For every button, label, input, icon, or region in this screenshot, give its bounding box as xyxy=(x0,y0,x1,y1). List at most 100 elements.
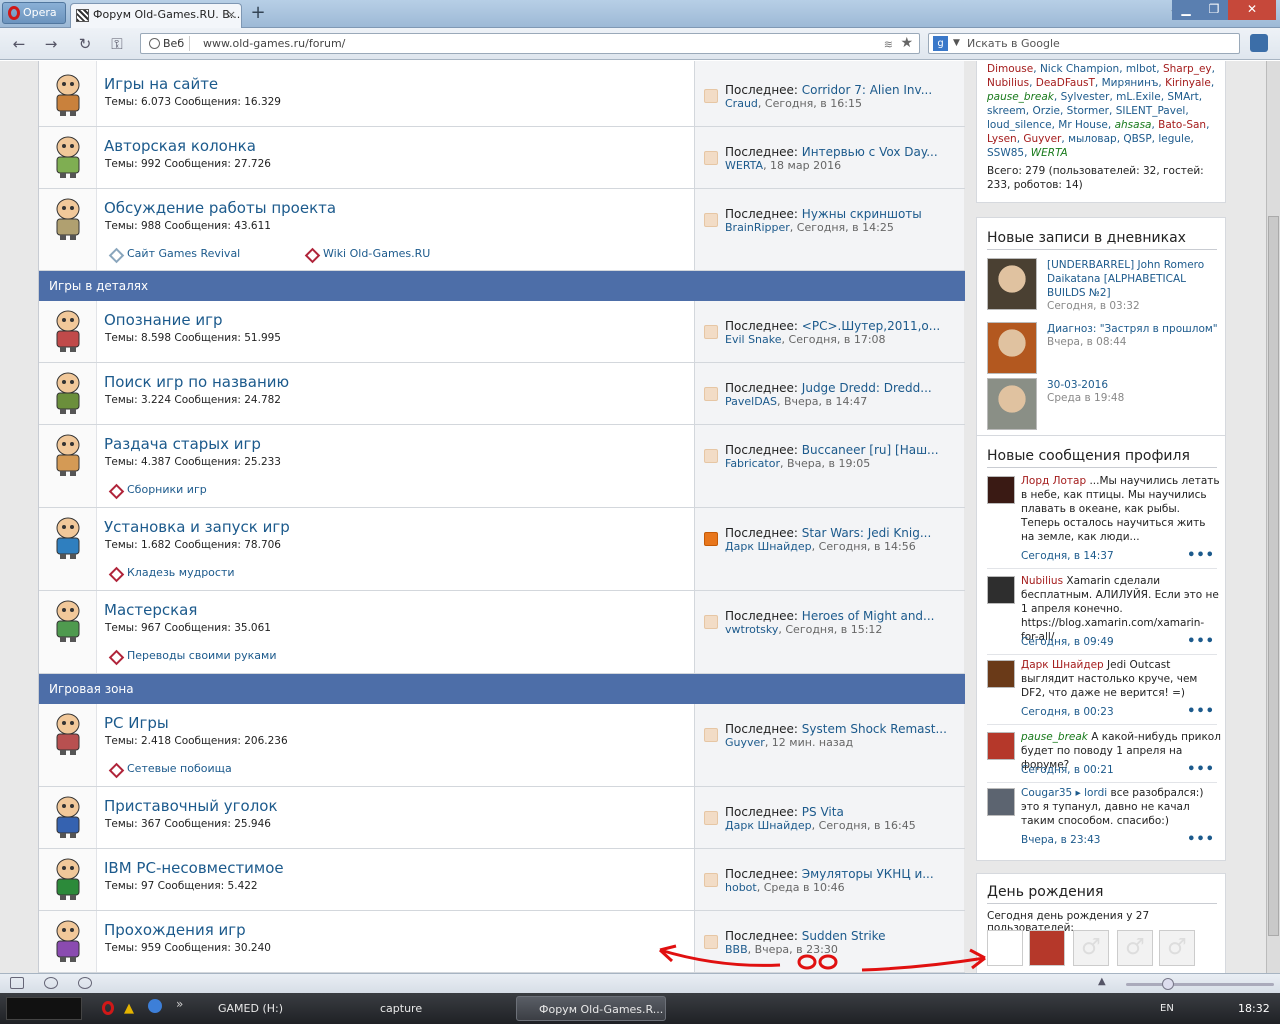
online-user-link[interactable]: QBSP xyxy=(1123,133,1151,145)
online-user-link[interactable]: Nick Champion xyxy=(1040,63,1119,75)
new-tab-button[interactable]: + xyxy=(248,4,268,24)
rss-icon[interactable] xyxy=(704,449,718,463)
diary-avatar[interactable] xyxy=(987,322,1037,374)
last-post-user-link[interactable]: Fabricator xyxy=(725,457,780,470)
more-options-icon[interactable]: ••• xyxy=(1187,762,1215,777)
more-options-icon[interactable]: ••• xyxy=(1187,704,1215,719)
subforum-link[interactable]: Сайт Games Revival xyxy=(109,247,240,260)
chevron-down-icon[interactable]: ▼ xyxy=(953,34,960,53)
last-thread-link[interactable]: PS Vita xyxy=(802,805,844,819)
subforum-link[interactable]: Кладезь мудрости xyxy=(109,566,235,579)
category-details[interactable]: Игры в деталях xyxy=(39,271,965,301)
last-thread-link[interactable]: Sudden Strike xyxy=(802,929,886,943)
profile-avatar[interactable] xyxy=(987,660,1015,688)
rss-icon[interactable] xyxy=(704,935,718,949)
last-post-user-link[interactable]: Craud xyxy=(725,97,758,110)
online-user-link[interactable]: pause_break xyxy=(987,91,1054,103)
online-user-link[interactable]: Nubilius xyxy=(987,77,1029,89)
scrollbar-thumb[interactable] xyxy=(1268,216,1279,936)
taskbar-item-opera[interactable]: Форум Old-Games.R... xyxy=(516,996,666,1021)
search-input[interactable]: g ▼ Искать в Google xyxy=(928,33,1240,54)
forum-title-link[interactable]: Прохождения игр xyxy=(104,921,246,939)
last-thread-link[interactable]: Интервью с Vox Day... xyxy=(802,145,938,159)
panel-toggle-icon[interactable] xyxy=(10,977,24,989)
profile-avatar[interactable] xyxy=(987,732,1015,760)
last-thread-link[interactable]: Corridor 7: Alien Inv... xyxy=(802,83,932,97)
profile-avatar[interactable] xyxy=(987,576,1015,604)
rss-icon[interactable] xyxy=(704,89,718,103)
cloud-icon[interactable] xyxy=(44,977,58,989)
birthday-avatar[interactable] xyxy=(987,930,1023,966)
last-thread-link[interactable]: Эмуляторы УКНЦ и... xyxy=(802,867,934,881)
diary-title-link[interactable]: [UNDERBARREL] John Romero Daikatana [ALP… xyxy=(1047,258,1219,300)
online-user-link[interactable]: WERTA xyxy=(1031,147,1068,159)
online-user-link[interactable]: Sharp_ey xyxy=(1163,63,1212,75)
profile-post-time[interactable]: Сегодня, в 00:21 xyxy=(1021,764,1114,776)
profile-post-time[interactable]: Сегодня, в 09:49 xyxy=(1021,636,1114,648)
speed-dial-icon[interactable] xyxy=(78,977,92,989)
url-field[interactable]: Веб www.old-games.ru/forum/ ≋ ★ xyxy=(140,33,920,54)
rss-icon[interactable] xyxy=(704,151,718,165)
feed-icon[interactable]: ≋ xyxy=(884,35,893,54)
profile-avatar[interactable] xyxy=(987,476,1015,504)
birthday-avatar[interactable] xyxy=(1029,930,1065,966)
view-icon[interactable]: ▲ xyxy=(1098,976,1106,987)
subforum-link[interactable]: Сборники игр xyxy=(109,483,207,496)
online-user-link[interactable]: mlbot xyxy=(1126,63,1156,75)
profile-post-author[interactable]: Nubilius xyxy=(1021,575,1063,587)
close-window-button[interactable]: ✕ xyxy=(1228,0,1276,20)
last-post-user-link[interactable]: Guyver xyxy=(725,736,765,749)
online-user-link[interactable]: loud_silence xyxy=(987,119,1052,131)
language-indicator[interactable]: EN xyxy=(1160,1003,1174,1014)
forward-icon[interactable]: → xyxy=(40,34,62,54)
taskbar-item-capture[interactable]: capture xyxy=(358,996,508,1021)
online-user-link[interactable]: Bato-San xyxy=(1158,119,1206,131)
start-button[interactable] xyxy=(6,997,82,1020)
profile-post-author[interactable]: Cougar35 ▸ lordi xyxy=(1021,787,1107,799)
rss-icon[interactable] xyxy=(704,728,718,742)
male-icon[interactable]: ♂ xyxy=(1073,930,1109,966)
online-user-link[interactable]: Мирянинъ xyxy=(1102,77,1159,89)
subforum-link[interactable]: Wiki Old-Games.RU xyxy=(305,247,430,260)
taskbar-item-gamed[interactable]: GAMED (H:) xyxy=(196,996,346,1021)
online-user-link[interactable]: Sylvester xyxy=(1061,91,1110,103)
online-user-link[interactable]: ahsasa xyxy=(1115,119,1152,131)
forum-title-link[interactable]: Обсуждение работы проекта xyxy=(104,199,336,217)
rss-icon[interactable] xyxy=(704,387,718,401)
triangle-app-icon[interactable]: ▲ xyxy=(124,1001,134,1016)
rss-icon[interactable] xyxy=(704,615,718,629)
diary-avatar[interactable] xyxy=(987,258,1037,310)
tab-close-icon[interactable]: × xyxy=(227,4,236,26)
online-user-link[interactable]: DeaDFausT xyxy=(1036,77,1095,89)
profile-post-author[interactable]: Дарк Шнайдер xyxy=(1021,659,1104,671)
forum-title-link[interactable]: Опознание игр xyxy=(104,311,222,329)
opera-menu-button[interactable]: Opera xyxy=(2,2,66,24)
extension-icon[interactable] xyxy=(1250,34,1268,52)
forum-title-link[interactable]: Поиск игр по названию xyxy=(104,373,289,391)
online-user-link[interactable]: Orzie xyxy=(1032,105,1059,117)
online-user-link[interactable]: Guyver xyxy=(1023,133,1061,145)
opera-launch-icon[interactable] xyxy=(102,1001,114,1015)
online-user-link[interactable]: Kirinyale xyxy=(1165,77,1211,89)
profile-post-time[interactable]: Вчера, в 23:43 xyxy=(1021,834,1100,846)
last-post-user-link[interactable]: Дарк Шнайдер xyxy=(725,540,812,553)
rss-icon[interactable] xyxy=(704,325,718,339)
browser-launch-icon[interactable] xyxy=(148,999,162,1013)
last-thread-link[interactable]: Buccaneer [ru] [Наш... xyxy=(802,443,939,457)
last-post-user-link[interactable]: BBB xyxy=(725,943,748,956)
diary-title-link[interactable]: Диагноз: "Застрял в прошлом" xyxy=(1047,322,1219,336)
profile-avatar[interactable] xyxy=(987,788,1015,816)
last-thread-link[interactable]: Heroes of Might and... xyxy=(802,609,935,623)
online-user-link[interactable]: Mr House xyxy=(1058,119,1108,131)
minimize-button[interactable]: ▁ xyxy=(1172,0,1200,20)
profile-post-author[interactable]: Лорд Лотар xyxy=(1021,475,1086,487)
forum-title-link[interactable]: Мастерская xyxy=(104,601,197,619)
forum-title-link[interactable]: Приставочный уголок xyxy=(104,797,278,815)
rss-icon[interactable] xyxy=(704,811,718,825)
online-user-link[interactable]: SSW85 xyxy=(987,147,1024,159)
online-user-link[interactable]: legule xyxy=(1158,133,1190,145)
reload-icon[interactable]: ↻ xyxy=(74,34,96,54)
last-thread-link[interactable]: System Shock Remast... xyxy=(802,722,947,736)
forum-title-link[interactable]: PC Игры xyxy=(104,714,169,732)
rss-icon[interactable] xyxy=(704,532,718,546)
